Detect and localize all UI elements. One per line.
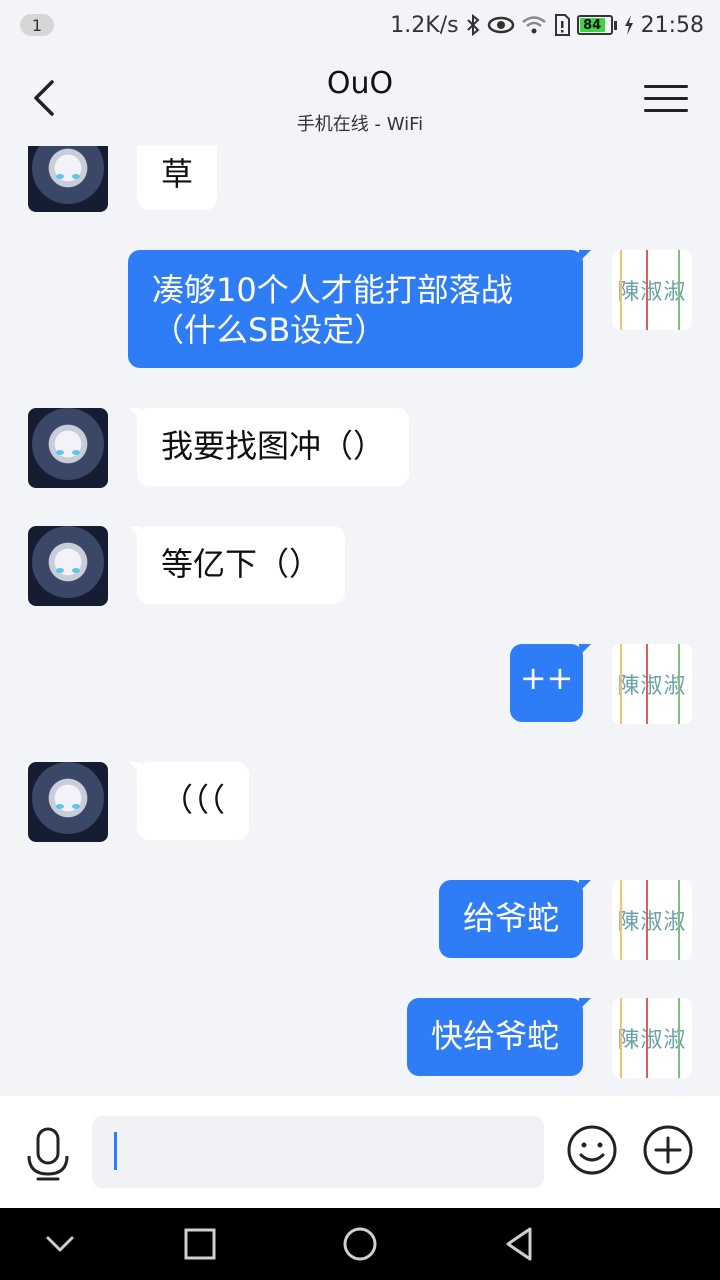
chevron-down-icon — [46, 1236, 74, 1252]
message-bubble[interactable]: 给爷蛇 — [438, 880, 592, 958]
chat-header: OuO 手机在线 - WiFi — [0, 50, 720, 146]
message-bubble[interactable]: 快给爷蛇 — [406, 998, 592, 1076]
net-speed: 1.2K/s — [390, 12, 459, 38]
wifi-icon — [521, 16, 546, 34]
menu-icon — [644, 84, 688, 88]
sim-icon — [554, 14, 570, 36]
message-bubble[interactable]: （（（ — [128, 762, 250, 840]
signature-image: 陳淑淑 — [612, 880, 692, 960]
more-button[interactable] — [642, 1124, 694, 1176]
message-item: 等亿下（） — [0, 526, 720, 606]
contact-avatar[interactable] — [28, 408, 108, 488]
chat-title: OuO — [326, 66, 394, 101]
signature-image: 陳淑淑 — [612, 998, 692, 1078]
clock: 21:58 — [640, 12, 704, 38]
signature-image: 陳淑淑 — [612, 250, 692, 330]
my-avatar[interactable]: 陳淑淑 — [612, 250, 692, 330]
recents-button[interactable] — [180, 1224, 220, 1264]
circle-icon — [343, 1227, 377, 1261]
message-item: 草 — [0, 146, 720, 212]
triangle-back-icon — [506, 1227, 532, 1261]
notification-badge: 1 — [20, 14, 54, 36]
voice-button[interactable] — [24, 1126, 72, 1181]
status-indicators: 1.2K/s 84 21:58 — [390, 13, 704, 38]
my-avatar[interactable]: 陳淑淑 — [612, 998, 692, 1078]
status-bar: 1 1.2K/s 84 21:58 — [0, 0, 720, 50]
contact-avatar[interactable] — [28, 146, 108, 212]
bluetooth-icon — [466, 13, 480, 37]
contact-avatar[interactable] — [28, 762, 108, 842]
hide-nav-button[interactable] — [40, 1224, 80, 1264]
system-nav-bar — [0, 1208, 720, 1280]
message-item: 我要找图冲（） — [0, 408, 720, 488]
message-bubble[interactable]: ++ — [510, 644, 591, 722]
message-input[interactable] — [92, 1116, 544, 1188]
input-bar — [0, 1096, 720, 1208]
message-item: 快给爷蛇 陳淑淑 — [0, 998, 720, 1078]
emoji-button[interactable] — [566, 1124, 618, 1176]
message-item: 给爷蛇 陳淑淑 — [0, 880, 720, 960]
plus-icon — [643, 1125, 693, 1175]
online-status: 手机在线 - WiFi — [296, 114, 424, 135]
message-bubble[interactable]: 等亿下（） — [128, 526, 346, 604]
battery-level: 84 — [579, 18, 605, 33]
message-bubble[interactable]: 草 — [137, 146, 218, 210]
eye-icon — [487, 16, 514, 34]
my-avatar[interactable]: 陳淑淑 — [612, 644, 692, 724]
home-button[interactable] — [340, 1224, 380, 1264]
microphone-icon — [27, 1127, 69, 1181]
contact-avatar[interactable] — [28, 526, 108, 606]
message-item: ++ 陳淑淑 — [0, 644, 720, 724]
signature-image: 陳淑淑 — [612, 644, 692, 724]
message-bubble[interactable]: 凑够10个人才能打部落战 （什么SB设定） — [128, 250, 591, 368]
message-item: 凑够10个人才能打部落战 （什么SB设定） 陳淑淑 — [0, 250, 720, 368]
back-nav-button[interactable] — [500, 1224, 540, 1264]
text-caret — [114, 1132, 117, 1170]
square-icon — [184, 1228, 216, 1260]
smiley-icon — [567, 1125, 617, 1175]
menu-button[interactable] — [644, 76, 688, 120]
battery-icon: 84 — [576, 15, 617, 35]
charging-icon — [624, 15, 633, 35]
my-avatar[interactable]: 陳淑淑 — [612, 880, 692, 960]
message-item: （（（ — [0, 762, 720, 842]
message-list[interactable]: 草 凑够10个人才能打部落战 （什么SB设定） 陳淑淑 我要找图冲（） 等亿下（… — [0, 146, 720, 1096]
message-bubble[interactable]: 我要找图冲（） — [128, 408, 410, 486]
